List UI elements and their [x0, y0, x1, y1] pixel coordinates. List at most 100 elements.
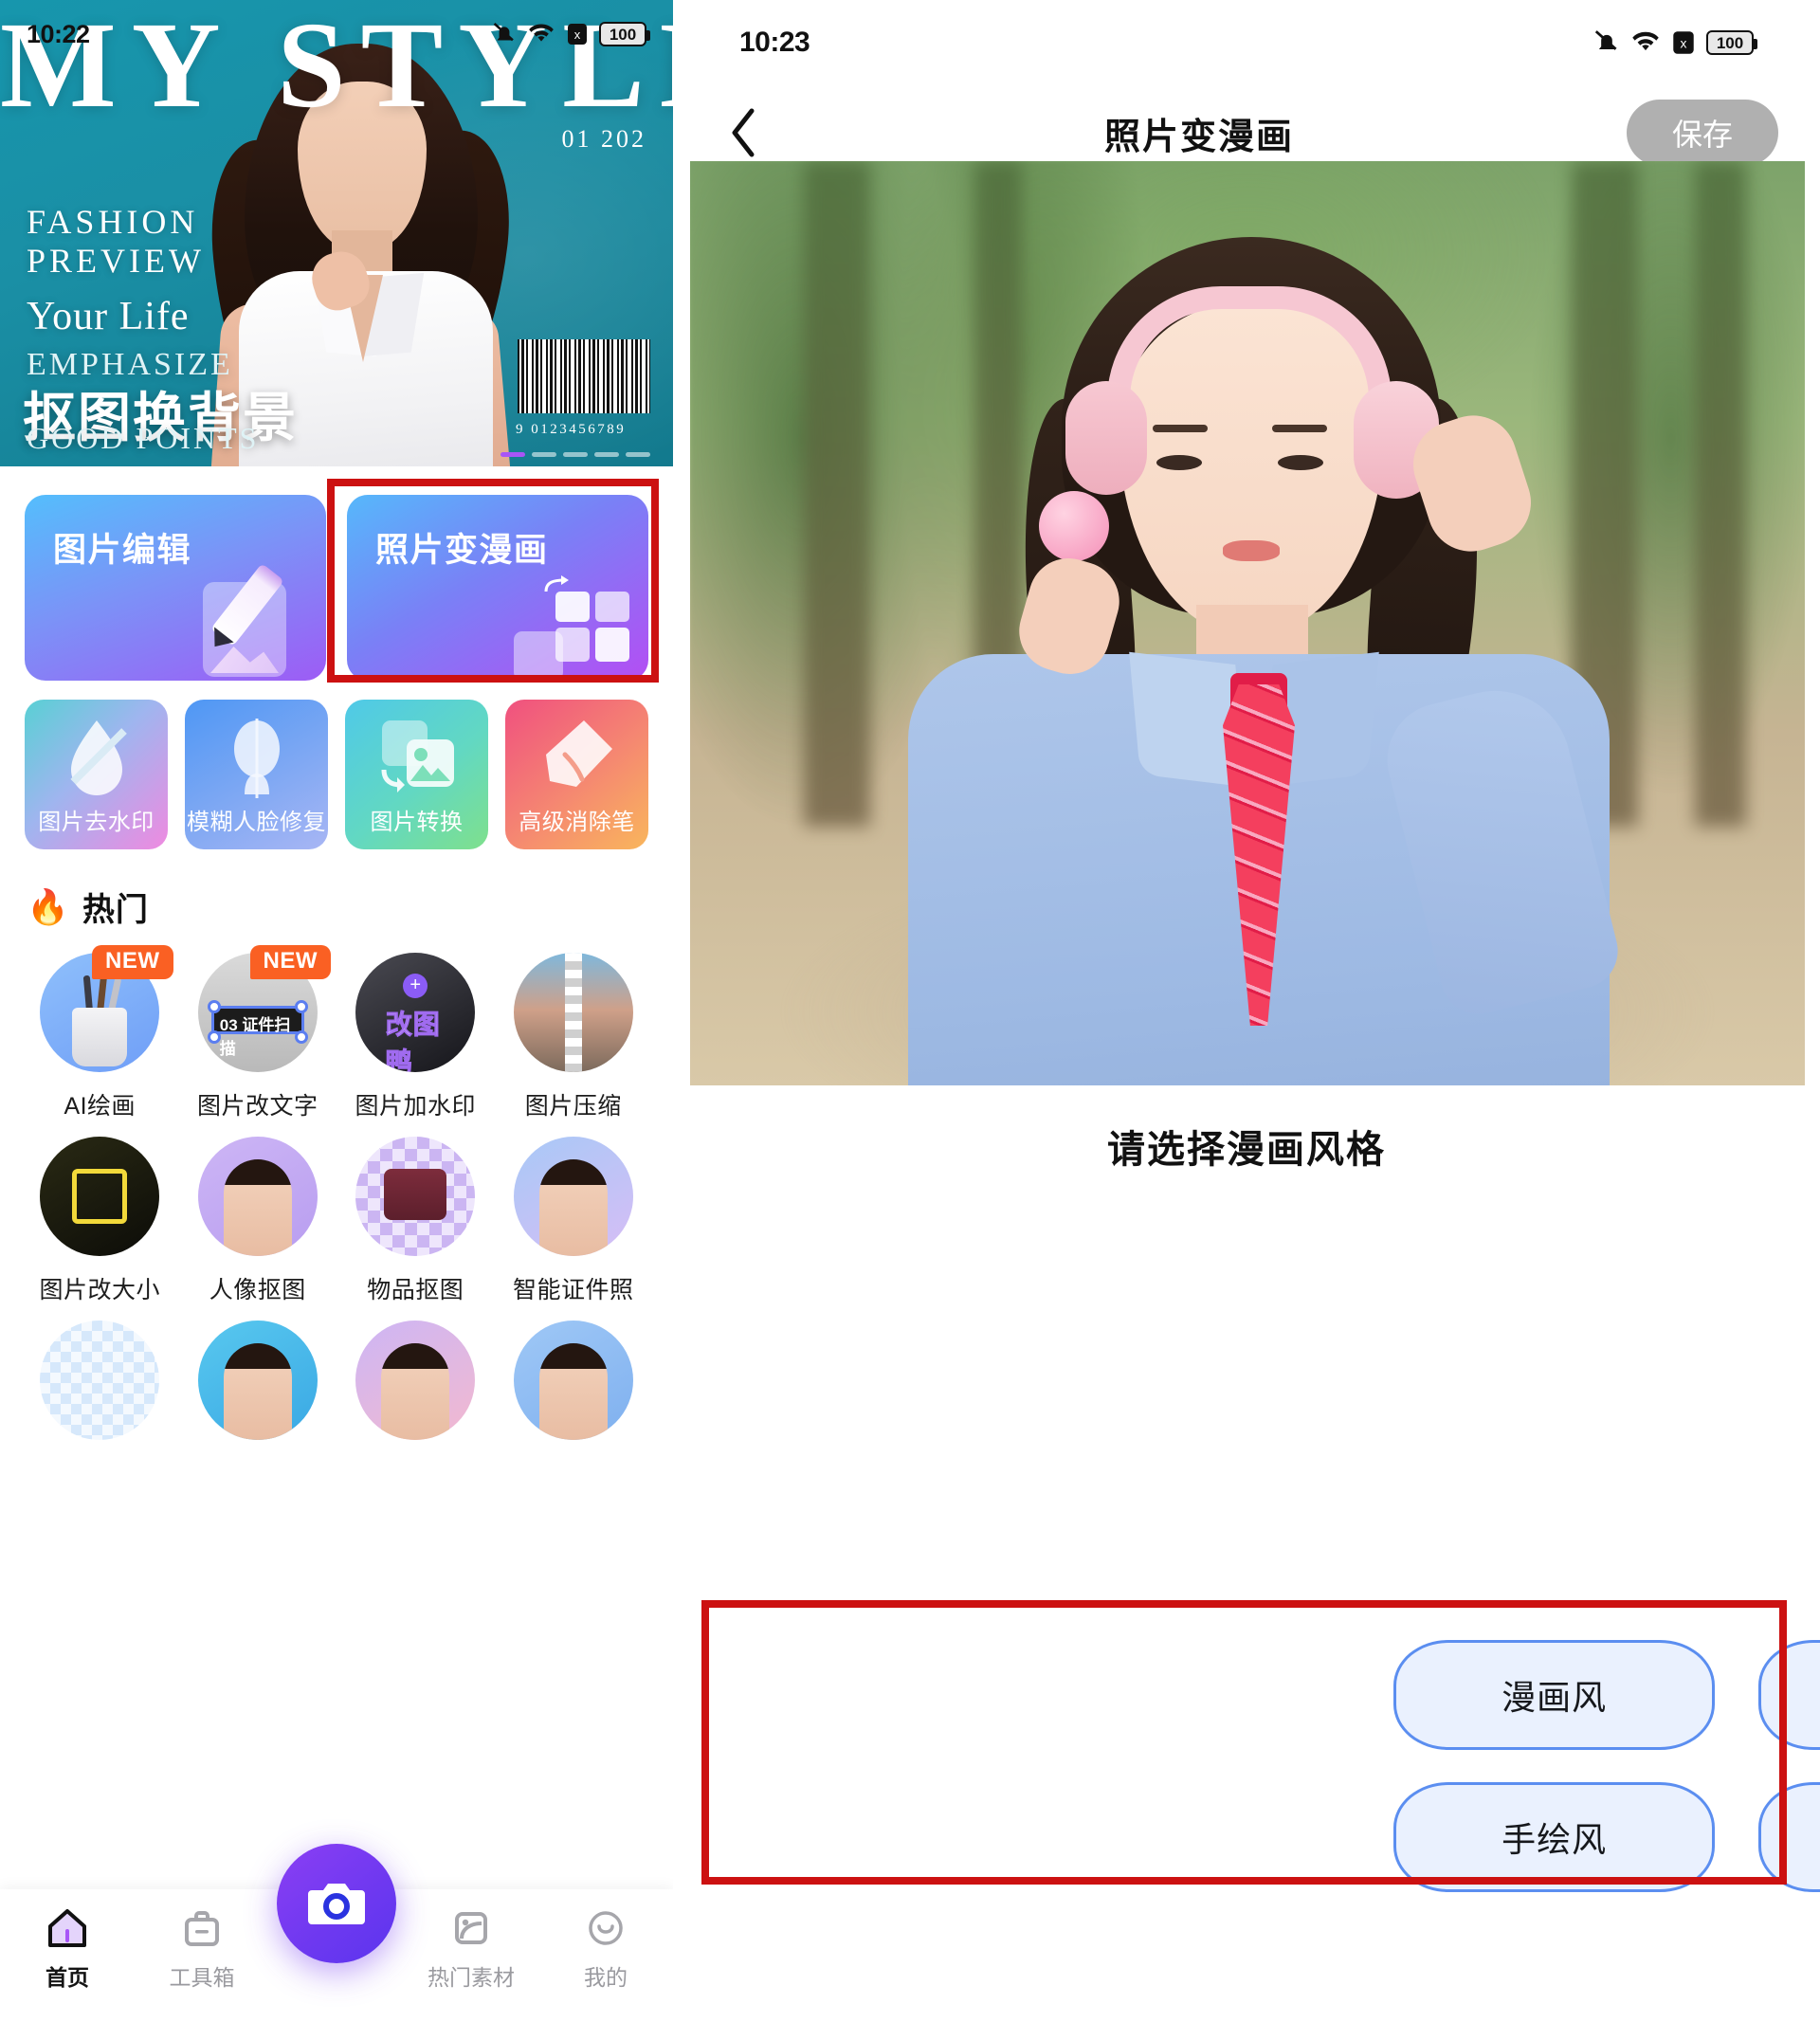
toolbox-icon: [185, 1911, 219, 1946]
secondary-tools: 图片去水印 模糊人脸修复 图片转换 高级消除笔: [0, 681, 673, 849]
tile-face-repair[interactable]: 模糊人脸修复: [185, 700, 328, 849]
hot-item-thumbnail: [197, 1321, 318, 1440]
hot-section-title: 热门: [82, 892, 149, 928]
image-grid-icon: [514, 569, 631, 681]
tile-advanced-eraser[interactable]: 高级消除笔: [505, 700, 648, 849]
battery-level: 100: [609, 25, 637, 44]
tile-remove-watermark-label: 图片去水印: [38, 810, 155, 835]
status-time: 10:23: [739, 27, 810, 58]
right-status-bar: 10:23 x 100: [673, 0, 1820, 85]
card-photo-to-comic-label: 照片变漫画: [375, 532, 549, 569]
plus-icon: +: [403, 974, 428, 998]
nav-home[interactable]: 首页: [0, 1906, 135, 1992]
hot-item-change-text[interactable]: NEW 03 证件扫描 图片改文字: [179, 945, 337, 1121]
battery-icon: 100: [599, 22, 650, 46]
chevron-left-icon: [732, 108, 755, 157]
hot-item-thumbnail: [513, 1137, 633, 1256]
hot-item-thumbnail: [40, 1137, 160, 1256]
flame-icon: 🔥: [27, 886, 69, 926]
hot-item-resize[interactable]: 图片改大小: [21, 1137, 179, 1305]
material-icon: [455, 1912, 487, 1944]
nav-toolbox-label: 工具箱: [169, 1965, 235, 1990]
primary-feature-cards: 图片编辑 照片变漫画: [0, 466, 673, 681]
nav-profile-label: 我的: [584, 1965, 628, 1990]
tile-face-repair-label: 模糊人脸修复: [187, 810, 326, 835]
watermark-thumb-text: 改图鸭: [385, 1010, 441, 1073]
style-option-manhua[interactable]: 漫画风: [1393, 1640, 1716, 1750]
hot-item-extra-1[interactable]: [21, 1321, 179, 1440]
banner-pager-dots[interactable]: [500, 452, 650, 457]
left-status-bar: 10:22 x 100: [0, 0, 673, 68]
nav-materials[interactable]: 热门素材: [404, 1906, 538, 1992]
hot-item-label: 图片加水印: [355, 1093, 476, 1120]
new-badge: NEW: [92, 945, 173, 979]
arrow-right-icon: [544, 575, 569, 592]
style-option-riman[interactable]: 日漫风: [1758, 1640, 1820, 1750]
hot-item-extra-4[interactable]: [495, 1321, 653, 1440]
hot-item-thumbnail: [40, 1321, 160, 1440]
sim-x-icon: x: [1673, 31, 1694, 54]
hot-item-label: 图片压缩: [524, 1093, 622, 1120]
bell-off-icon: [1594, 30, 1617, 50]
camera-icon: [308, 1884, 365, 1924]
new-badge: NEW: [249, 945, 331, 979]
card-image-edit-label: 图片编辑: [53, 532, 192, 569]
choose-style-title: 请选择漫画风格: [1107, 1129, 1386, 1171]
home-icon: [48, 1909, 86, 1947]
svg-text:x: x: [574, 27, 581, 42]
save-button[interactable]: 保存: [1627, 100, 1778, 166]
card-image-edit[interactable]: 图片编辑: [25, 495, 326, 681]
face-repair-icon: [233, 719, 280, 798]
hot-item-portrait-cutout[interactable]: 人像抠图: [179, 1137, 337, 1305]
eraser-icon: [545, 720, 612, 787]
hot-item-add-watermark[interactable]: + 改图鸭 图片加水印: [337, 953, 495, 1121]
hot-item-extra-3[interactable]: [337, 1321, 495, 1440]
screenshot-root: MY STYLE 01 202 FASHIONPREVIEW Your Life…: [0, 0, 1820, 2022]
barcode-number: 9 0123456789: [516, 422, 627, 437]
tile-remove-watermark[interactable]: 图片去水印: [25, 700, 168, 849]
hot-item-thumbnail: [513, 1321, 633, 1440]
home-banner[interactable]: MY STYLE 01 202 FASHIONPREVIEW Your Life…: [0, 0, 673, 466]
battery-icon: 100: [1706, 30, 1757, 55]
status-time: 10:22: [27, 19, 90, 48]
nav-home-label: 首页: [46, 1965, 89, 1990]
hot-item-label: 智能证件照: [512, 1277, 634, 1303]
hot-item-compress[interactable]: 图片压缩: [495, 953, 653, 1121]
style-option-shouhui[interactable]: 手绘风: [1393, 1782, 1716, 1892]
camera-fab-button[interactable]: [277, 1844, 396, 1963]
wifi-icon: [529, 24, 554, 42]
barcode-icon: [518, 339, 650, 413]
hot-item-object-cutout[interactable]: 物品抠图: [337, 1137, 495, 1305]
comic-style-grid: 漫画风 日漫风 3D风 手绘风 铅笔画 艺术特效: [1393, 1640, 1820, 1892]
back-button[interactable]: [715, 104, 772, 161]
right-phone-comic-style-screen: 10:23 x 100 照片变漫画 保存 请选择漫画风格 漫画风 手绘风: [673, 0, 1820, 2022]
doc-thumb-text: 03 证件扫描: [219, 1016, 291, 1058]
status-icons: x 100: [492, 21, 650, 47]
nav-profile[interactable]: 我的: [538, 1906, 673, 1992]
banner-line2: Your Life: [27, 295, 190, 338]
hot-item-id-photo[interactable]: 智能证件照: [495, 1137, 653, 1305]
hot-item-label: 图片改文字: [196, 1093, 318, 1120]
hot-item-ai-drawing[interactable]: NEW AI绘画: [21, 945, 179, 1121]
hot-item-label: 人像抠图: [209, 1277, 306, 1303]
svg-text:x: x: [1681, 35, 1687, 50]
image-convert-icon: [381, 720, 454, 792]
hot-section-header: 🔥 热门: [0, 849, 673, 936]
hot-item-thumbnail: [513, 953, 633, 1072]
nav-toolbox[interactable]: 工具箱: [135, 1906, 269, 1992]
preview-photo[interactable]: [690, 161, 1805, 1085]
hot-item-extra-2[interactable]: [179, 1321, 337, 1440]
style-option-qianbi[interactable]: 铅笔画: [1758, 1782, 1820, 1892]
image-pencil-icon: [195, 563, 309, 681]
bell-off-icon: [493, 22, 514, 42]
hot-item-thumbnail: [355, 1321, 476, 1440]
battery-level: 100: [1716, 33, 1744, 52]
tile-image-convert-label: 图片转换: [370, 810, 464, 835]
banner-date: 01 202: [561, 125, 646, 153]
page-title: 照片变漫画: [1103, 117, 1294, 157]
hot-item-label: 图片改大小: [39, 1277, 160, 1303]
tile-image-convert[interactable]: 图片转换: [345, 700, 488, 849]
hot-item-thumbnail: [197, 1137, 318, 1256]
card-photo-to-comic[interactable]: 照片变漫画: [347, 495, 648, 681]
tile-advanced-eraser-label: 高级消除笔: [519, 810, 635, 835]
